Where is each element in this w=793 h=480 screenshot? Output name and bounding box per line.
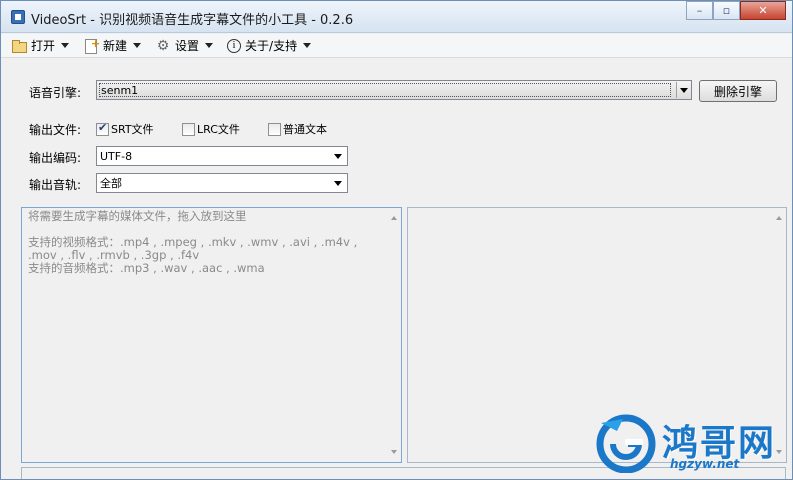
info-icon: i (227, 38, 242, 53)
checkbox-unchecked-icon (268, 122, 281, 136)
track-value: 全部 (100, 177, 122, 190)
new-file-icon (83, 37, 100, 54)
drop-hint: 将需要生成字幕的媒体文件，拖入放到这里 (28, 209, 247, 223)
close-button[interactable]: ✕ (740, 1, 786, 20)
maximize-button[interactable]: ▫ (713, 1, 740, 20)
chevron-down-icon (205, 43, 214, 48)
checkbox-unchecked-icon (182, 122, 195, 136)
menu-new-label: 新建 (103, 39, 128, 53)
chevron-down-icon (676, 82, 690, 98)
chevron-down-icon (303, 43, 312, 48)
srt-checkbox-label: SRT文件 (111, 123, 154, 136)
chevron-down-icon (61, 43, 70, 48)
scroll-up-arrow-icon[interactable] (391, 216, 397, 220)
folder-icon (11, 39, 27, 53)
video-formats-text: 支持的视频格式：.mp4 , .mpeg , .mkv , .wmv , .av… (28, 235, 358, 262)
engine-value-text: senm1 (101, 83, 139, 97)
menu-new[interactable]: 新建 (81, 35, 143, 57)
app-icon (11, 10, 25, 24)
app-window: VideoSrt - 识别视频语音生成字幕文件的小工具 - 0.2.6 – ▫ … (0, 0, 793, 480)
watermark-url: hgzyw.net (670, 457, 740, 471)
menu-settings[interactable]: ⚙ 设置 (153, 35, 215, 57)
plain-text-checkbox[interactable]: 普通文本 (268, 121, 327, 137)
lrc-checkbox-label: LRC文件 (197, 123, 240, 136)
drop-area[interactable]: 将需要生成字幕的媒体文件，拖入放到这里 支持的视频格式：.mp4 , .mpeg… (21, 207, 402, 463)
drop-area-text: 将需要生成字幕的媒体文件，拖入放到这里 支持的视频格式：.mp4 , .mpeg… (28, 210, 381, 275)
srt-checkbox[interactable]: SRT文件 (96, 121, 154, 137)
scroll-down-arrow-icon[interactable] (776, 450, 782, 454)
gear-icon: ⚙ (156, 37, 170, 54)
window-controls: – ▫ ✕ (686, 1, 786, 21)
menu-about-label: 关于/支持 (245, 39, 298, 53)
minimize-button[interactable]: – (686, 1, 713, 20)
title-bar: VideoSrt - 识别视频语音生成字幕文件的小工具 - 0.2.6 – ▫ … (1, 1, 792, 33)
chevron-down-icon (331, 149, 345, 163)
scroll-down-arrow-icon[interactable] (391, 450, 397, 454)
menu-open-label: 打开 (31, 39, 56, 53)
menu-open[interactable]: 打开 (9, 35, 71, 57)
checkbox-checked-icon (96, 121, 109, 136)
encoding-select[interactable]: UTF-8 (96, 146, 348, 166)
scroll-up-arrow-icon[interactable] (776, 216, 782, 220)
menu-settings-label: 设置 (175, 39, 200, 53)
chevron-down-icon (331, 176, 345, 190)
plain-text-checkbox-label: 普通文本 (283, 123, 327, 136)
window-title: VideoSrt - 识别视频语音生成字幕文件的小工具 - 0.2.6 (31, 13, 354, 28)
output-file-label: 输出文件: (29, 123, 82, 137)
audio-formats-text: 支持的音频格式：.mp3 , .wav , .aac , .wma (28, 261, 265, 275)
watermark-logo-icon (596, 414, 656, 473)
engine-value: senm1 (99, 83, 671, 97)
menu-about[interactable]: i 关于/支持 (225, 35, 313, 57)
engine-select[interactable]: senm1 (96, 80, 692, 100)
track-label: 输出音轨: (29, 178, 82, 192)
menu-bar: 打开 新建 ⚙ 设置 i 关于/支持 (1, 34, 792, 58)
engine-label: 语音引擎: (29, 86, 82, 100)
encoding-label: 输出编码: (29, 151, 82, 165)
lrc-checkbox[interactable]: LRC文件 (182, 121, 240, 137)
chevron-down-icon (133, 43, 142, 48)
encoding-value: UTF-8 (100, 149, 133, 163)
delete-engine-button[interactable]: 删除引擎 (699, 80, 777, 102)
track-select[interactable]: 全部 (96, 173, 348, 193)
